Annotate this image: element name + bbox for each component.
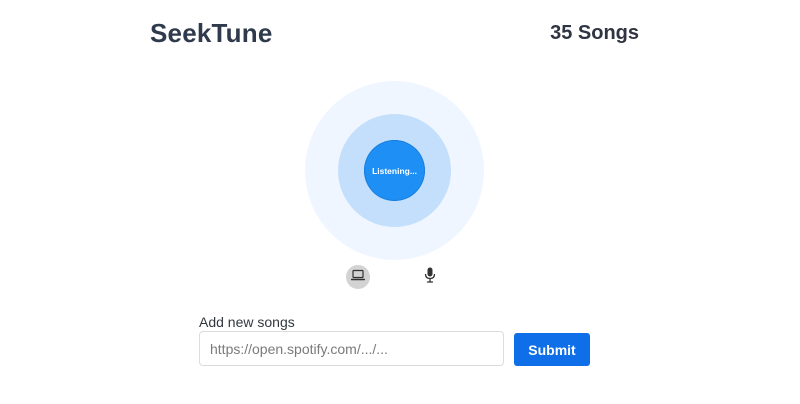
add-songs-label: Add new songs [199,314,295,330]
app-page: SeekTune 35 Songs Listening... Add new s… [0,0,800,404]
song-count: 35 Songs [550,22,639,44]
microphone-icon [424,267,436,288]
listen-button[interactable]: Listening... [364,140,425,201]
spotify-url-input[interactable] [199,331,504,366]
device-audio-toggle[interactable] [346,265,370,289]
microphone-toggle[interactable] [418,265,442,289]
listen-status-label: Listening... [372,165,417,176]
app-title: SeekTune [150,18,273,48]
laptop-icon [350,268,366,286]
submit-button[interactable]: Submit [514,333,590,366]
